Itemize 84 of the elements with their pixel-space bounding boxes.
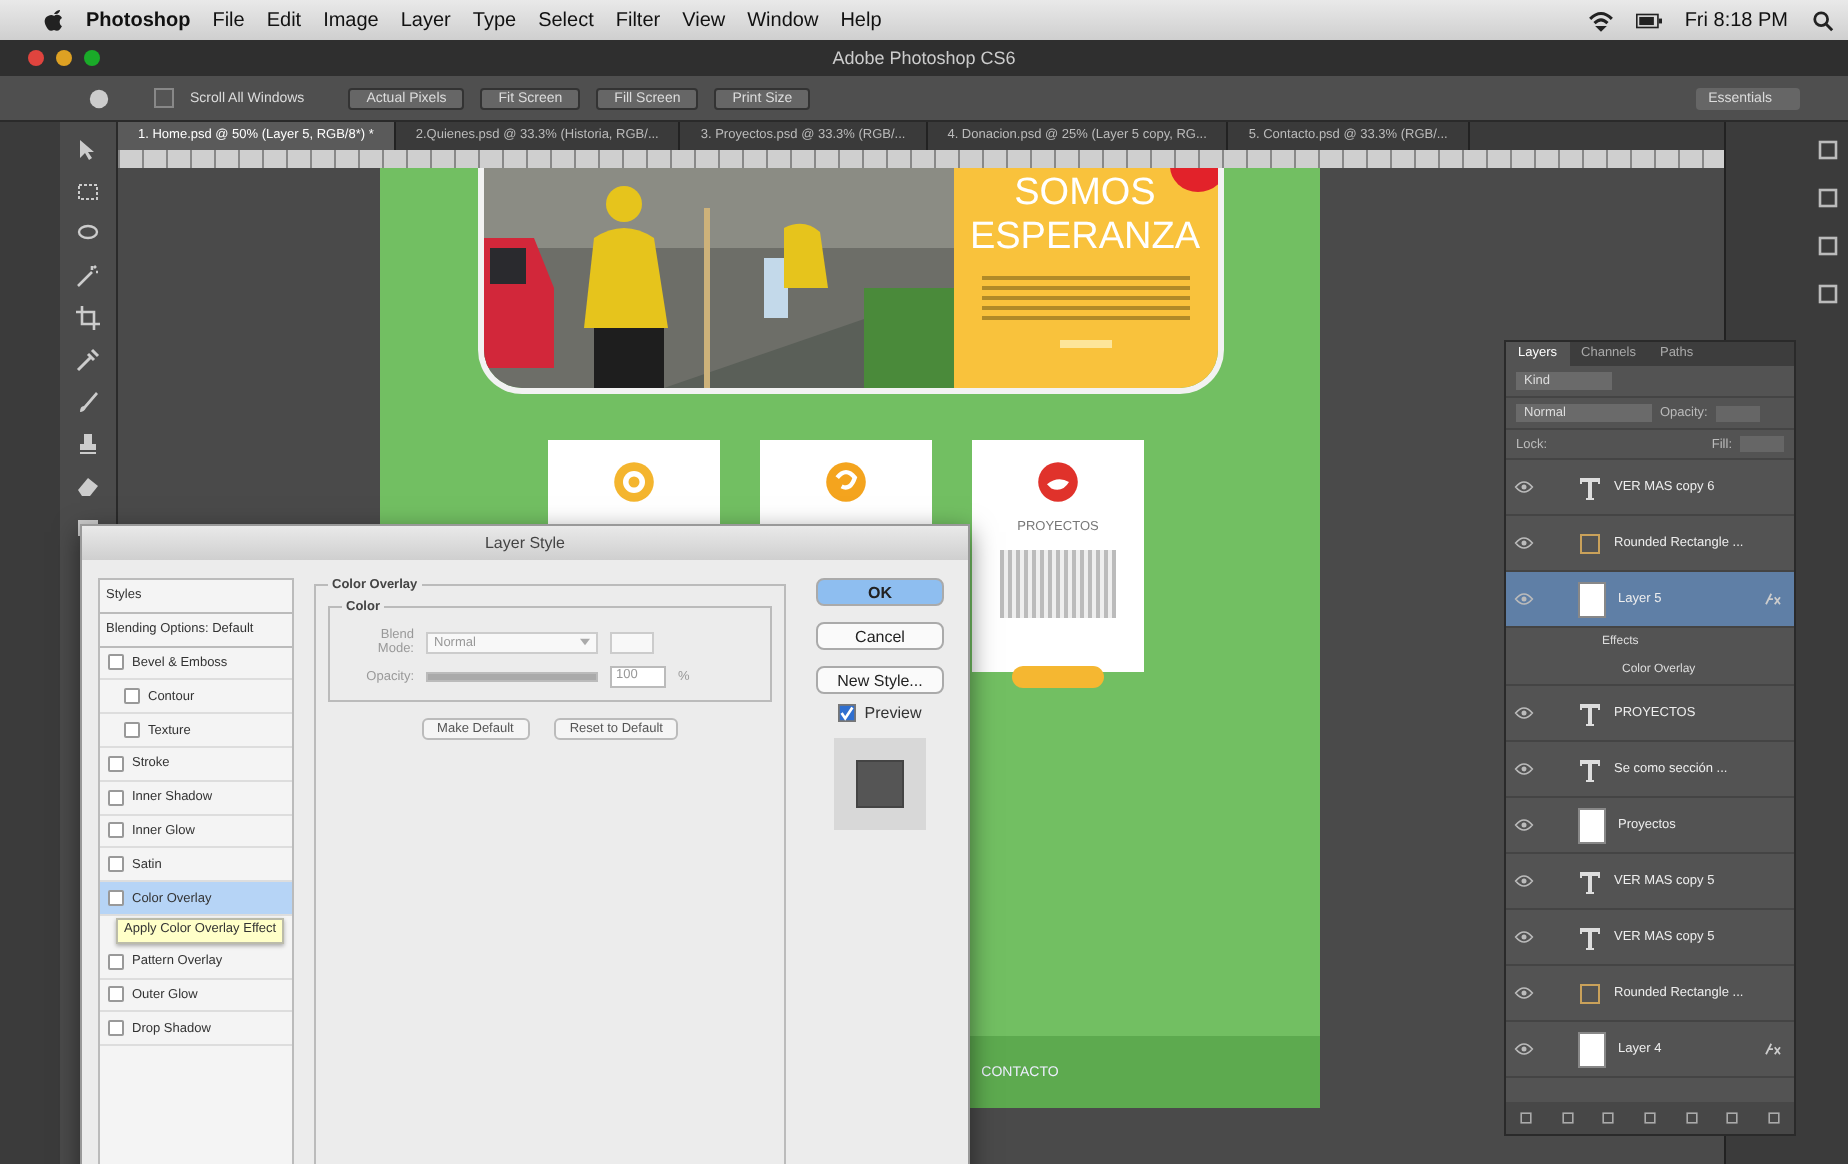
type-layer-icon [1578,701,1602,725]
panel-action-icon[interactable] [1724,1110,1741,1126]
checkbox[interactable] [124,688,140,705]
panel-icon[interactable] [1816,234,1840,258]
banner-heading: ESPERANZA [969,216,1201,260]
panel-action-icon[interactable] [1765,1110,1782,1126]
preview-label: Preview [864,704,922,722]
checkbox[interactable] [154,88,174,108]
window-title: Adobe Photoshop CS6 [832,48,1016,68]
eye-icon[interactable] [1514,592,1534,606]
layer-thumbnail [1578,1031,1606,1067]
eye-icon[interactable] [1514,480,1534,494]
menu-item[interactable]: Layer [400,9,451,31]
eye-icon[interactable] [1514,818,1534,832]
swirl-icon [824,460,868,504]
type-layer-icon [1578,475,1602,499]
crop-icon[interactable] [76,306,100,330]
dialog-button[interactable]: New Style... [816,666,944,694]
checkbox[interactable] [108,654,124,671]
type-layer-icon [1578,757,1602,781]
shape-layer-icon [1578,531,1602,555]
banner-heading: SOMOS [1014,172,1156,216]
panel-action-icon[interactable] [1600,1110,1617,1126]
eye-icon[interactable] [1514,986,1534,1000]
panel-action-icon[interactable] [1683,1110,1700,1126]
brush-icon[interactable] [76,390,100,414]
eraser-icon[interactable] [76,474,100,498]
menu-item[interactable]: Select [538,9,594,31]
type-layer-icon [1578,925,1602,949]
checkbox[interactable] [108,953,124,970]
clock[interactable]: Fri 8:18 PM [1684,9,1788,31]
stamp-icon[interactable] [76,432,100,456]
menu-item[interactable]: Edit [266,9,302,31]
dialog-button[interactable]: OK [816,578,944,606]
battery-icon[interactable] [1636,9,1663,31]
eye-icon[interactable] [1514,1042,1534,1056]
menu-item[interactable]: Type [472,9,517,31]
menu-item[interactable]: Filter [615,9,661,31]
caret-icon [580,638,590,646]
text-block-placeholder [1000,550,1116,618]
search-icon[interactable] [1810,9,1836,31]
eyedropper-icon[interactable] [76,348,100,372]
wifi-icon[interactable] [1588,9,1615,31]
eye-icon[interactable] [1514,762,1534,776]
dialog-title: Layer Style [484,534,566,552]
app-menu[interactable]: Photoshop [86,9,191,31]
checkbox[interactable] [124,722,140,739]
checkbox[interactable] [838,704,857,722]
zoom-button[interactable] [84,50,100,66]
checkbox[interactable] [108,890,124,907]
checkbox[interactable] [108,822,124,839]
checkbox[interactable] [108,986,124,1003]
panel-icon[interactable] [1816,138,1840,162]
panel-icon[interactable] [1816,282,1840,306]
checkbox[interactable] [108,789,124,806]
eye-icon[interactable] [1514,930,1534,944]
close-button[interactable] [28,50,44,66]
panel-icon[interactable] [1816,186,1840,210]
eye-icon[interactable] [1514,536,1534,550]
eye-icon[interactable] [1514,706,1534,720]
checkbox[interactable] [108,755,124,772]
target-icon [612,460,656,504]
selection-icon[interactable] [76,180,100,204]
wand-icon[interactable] [76,264,100,288]
menu-item[interactable]: File [212,9,245,31]
menu-item[interactable]: View [682,9,726,31]
color-swatch[interactable] [610,631,654,653]
minimize-button[interactable] [56,50,72,66]
panel-action-icon[interactable] [1518,1110,1535,1126]
menu-item[interactable]: Window [747,9,819,31]
apple-logo-icon[interactable] [44,8,64,32]
preview-swatch [834,738,926,830]
eye-icon[interactable] [1514,874,1534,888]
shape-layer-icon [1578,981,1602,1005]
dialog-button[interactable]: Cancel [816,622,944,650]
layer-thumbnail [1578,581,1606,617]
checkbox[interactable] [108,1020,124,1037]
menu-item[interactable]: Help [840,9,882,31]
checkbox[interactable] [108,856,124,873]
type-layer-icon [1578,869,1602,893]
menu-item[interactable]: Image [323,9,379,31]
panel-action-icon[interactable] [1559,1110,1576,1126]
panel-action-icon[interactable] [1641,1110,1658,1126]
layer-thumbnail [1578,807,1606,843]
